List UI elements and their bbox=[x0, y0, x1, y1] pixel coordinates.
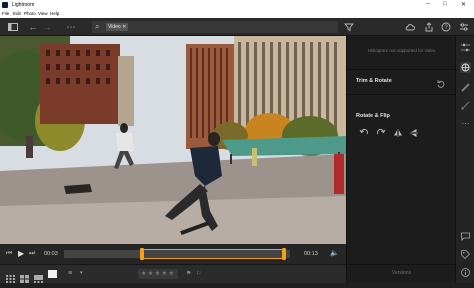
flag-icon[interactable]: ⚑ bbox=[186, 269, 191, 279]
bottom-bar: ≡ ▾ ★ ★ ★ ★ ★ ⚑ ⚐ bbox=[0, 264, 346, 283]
menu-file[interactable]: File bbox=[2, 11, 9, 16]
menu-view[interactable]: View bbox=[38, 11, 48, 16]
edit-sliders-icon[interactable] bbox=[460, 42, 471, 53]
search-icon: ⌕ bbox=[95, 22, 100, 31]
divider bbox=[347, 69, 456, 70]
square-grid-icon[interactable] bbox=[20, 270, 29, 283]
skip-back-icon[interactable]: ⏮ bbox=[6, 250, 12, 258]
star-rating[interactable]: ★ ★ ★ ★ ★ bbox=[138, 269, 179, 279]
rating-star[interactable]: ★ bbox=[162, 271, 167, 277]
trim-end-handle[interactable] bbox=[282, 248, 287, 260]
tag-icon[interactable] bbox=[460, 249, 471, 260]
healing-brush-icon[interactable] bbox=[460, 82, 471, 93]
right-rail: ⋯ bbox=[455, 36, 474, 283]
versions-button[interactable]: Versions bbox=[347, 270, 456, 276]
panel-toggle-icon[interactable] bbox=[8, 22, 18, 32]
rotate-left-icon[interactable] bbox=[359, 125, 369, 135]
current-time: 00:03 bbox=[44, 251, 58, 257]
reject-flag-icon[interactable]: ⚐ bbox=[196, 269, 201, 279]
skip-forward-icon[interactable]: ⏭ bbox=[29, 250, 35, 258]
play-icon[interactable]: ▶ bbox=[18, 249, 24, 258]
rating-star[interactable]: ★ bbox=[169, 271, 174, 277]
video-controls: ⏮ ▶ ⏭ 00:03 00:13 🔈 bbox=[0, 244, 346, 264]
menu-help[interactable]: Help bbox=[50, 11, 59, 16]
sort-dropdown-icon[interactable]: ▾ bbox=[80, 269, 83, 278]
search-filter-chip[interactable]: Video ✕ bbox=[106, 23, 129, 31]
back-arrow-icon[interactable]: ← bbox=[28, 22, 38, 32]
menu-edit[interactable]: Edit bbox=[13, 11, 21, 16]
more-tools-icon[interactable]: ⋯ bbox=[460, 118, 471, 129]
title-bar: Lightroom – □ ✕ bbox=[0, 0, 474, 10]
grid-view-icon[interactable] bbox=[6, 270, 15, 283]
crop-rotate-icon[interactable] bbox=[460, 62, 471, 73]
sort-icon[interactable]: ≡ bbox=[68, 269, 72, 278]
flip-horizontal-icon[interactable] bbox=[393, 125, 403, 137]
forward-arrow-icon[interactable]: → bbox=[42, 22, 52, 32]
flip-vertical-icon[interactable] bbox=[409, 125, 419, 137]
trim-rotate-title[interactable]: Trim & Rotate bbox=[356, 78, 392, 84]
close-icon[interactable]: ✕ bbox=[461, 1, 466, 8]
rotate-right-icon[interactable] bbox=[376, 125, 386, 135]
single-view-icon[interactable] bbox=[48, 270, 57, 278]
info-icon[interactable] bbox=[460, 267, 471, 278]
video-frame[interactable] bbox=[0, 36, 346, 244]
minimize-icon[interactable]: – bbox=[426, 1, 429, 7]
menu-bar: File Edit Photo View Help bbox=[0, 10, 474, 18]
brush-icon[interactable] bbox=[460, 100, 471, 111]
share-icon[interactable] bbox=[424, 22, 434, 32]
search-input[interactable]: ⌕ Video ✕ bbox=[92, 21, 338, 33]
rating-star[interactable]: ★ bbox=[148, 271, 153, 277]
histogram-notice: Histogram not supported for video bbox=[367, 48, 436, 53]
detail-view-icon[interactable] bbox=[34, 270, 43, 283]
divider bbox=[347, 264, 456, 265]
more-icon[interactable]: ⋯ bbox=[66, 22, 76, 32]
end-time: 00:13 bbox=[304, 251, 318, 257]
maximize-icon[interactable]: □ bbox=[443, 1, 447, 7]
divider bbox=[347, 94, 456, 95]
window-title: Lightroom bbox=[12, 2, 35, 8]
rating-star[interactable]: ★ bbox=[141, 271, 146, 277]
help-icon[interactable]: ? bbox=[441, 22, 451, 32]
menu-photo[interactable]: Photo bbox=[24, 11, 36, 16]
app-icon bbox=[2, 2, 8, 8]
video-timeline[interactable] bbox=[64, 248, 290, 260]
rating-star[interactable]: ★ bbox=[155, 271, 160, 277]
comment-icon[interactable] bbox=[460, 231, 471, 242]
edit-panel: Histogram not supported for video Trim &… bbox=[346, 36, 456, 283]
adjust-panel-icon[interactable] bbox=[459, 22, 469, 32]
trim-region[interactable] bbox=[141, 249, 285, 259]
reset-icon[interactable] bbox=[436, 76, 446, 88]
volume-icon[interactable]: 🔈 bbox=[330, 249, 339, 258]
cloud-sync-icon[interactable] bbox=[405, 22, 415, 32]
rotate-flip-title: Rotate & Flip bbox=[356, 113, 390, 119]
trim-start-handle[interactable] bbox=[139, 248, 144, 260]
filter-icon[interactable] bbox=[344, 22, 354, 32]
